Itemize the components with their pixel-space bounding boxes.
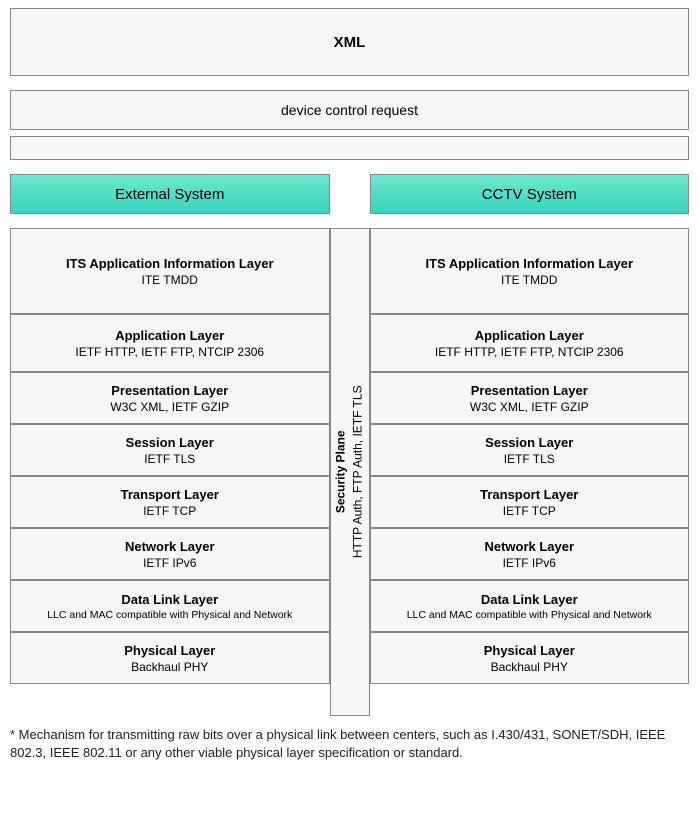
cctv-layer-2: Presentation Layer W3C XML, IETF GZIP <box>370 372 690 424</box>
external-layer-0: ITS Application Information Layer ITE TMD… <box>10 228 330 314</box>
external-layer-title: Transport Layer <box>17 487 323 502</box>
external-layer-7: Physical Layer Backhaul PHY <box>10 632 330 684</box>
external-system-header-label: External System <box>115 186 224 203</box>
external-layer-title: Data Link Layer <box>17 592 323 607</box>
external-layer-title: Physical Layer <box>17 643 323 658</box>
cctv-layer-7: Physical Layer Backhaul PHY <box>370 632 690 684</box>
external-system-column: External System ITS Application Informat… <box>10 174 330 716</box>
external-layer-sub: Backhaul PHY <box>17 660 323 674</box>
external-layer-3: Session Layer IETF TLS <box>10 424 330 476</box>
cctv-layer-1: Application Layer IETF HTTP, IETF FTP, NT… <box>370 314 690 372</box>
cctv-layer-title: Transport Layer <box>377 487 683 502</box>
external-layer-sub: IETF IPv6 <box>17 556 323 570</box>
cctv-system-header-label: CCTV System <box>482 186 577 203</box>
columns-container: External System ITS Application Informat… <box>10 174 689 716</box>
external-layer-sub: W3C XML, IETF GZIP <box>17 400 323 414</box>
device-control-box: device control request <box>10 90 689 130</box>
external-layer-sub: IETF TCP <box>17 504 323 518</box>
external-system-header: External System <box>10 174 330 214</box>
external-layer-sub: LLC and MAC compatible with Physical and… <box>17 609 323 621</box>
cctv-layer-3: Session Layer IETF TLS <box>370 424 690 476</box>
external-layer-1: Application Layer IETF HTTP, IETF FTP, NT… <box>10 314 330 372</box>
cctv-system-header: CCTV System <box>370 174 690 214</box>
external-layer-title: ITS Application Information Layer <box>17 256 323 271</box>
external-layer-sub: IETF TLS <box>17 452 323 466</box>
footnote-text: * Mechanism for transmitting raw bits ov… <box>10 726 689 761</box>
cctv-layer-title: Network Layer <box>377 539 683 554</box>
cctv-layer-sub: W3C XML, IETF GZIP <box>377 400 683 414</box>
cctv-layer-sub: IETF TLS <box>377 452 683 466</box>
cctv-layer-4: Transport Layer IETF TCP <box>370 476 690 528</box>
external-layers: ITS Application Information Layer ITE TMD… <box>10 228 330 684</box>
cctv-layer-title: ITS Application Information Layer <box>377 256 683 271</box>
cctv-layers: ITS Application Information Layer ITE TMD… <box>370 228 690 684</box>
xml-label: XML <box>334 34 366 51</box>
security-plane-title: Security Plane <box>333 386 350 559</box>
cctv-layer-0: ITS Application Information Layer ITE TMD… <box>370 228 690 314</box>
external-layer-sub: ITE TMDD <box>17 273 323 287</box>
spacer-bar <box>10 136 689 160</box>
cctv-layer-6: Data Link Layer LLC and MAC compatible wi… <box>370 580 690 632</box>
cctv-layer-sub: LLC and MAC compatible with Physical and… <box>377 609 683 621</box>
xml-header-box: XML <box>10 8 689 76</box>
external-layer-title: Network Layer <box>17 539 323 554</box>
cctv-system-column: CCTV System ITS Application Information … <box>370 174 690 716</box>
cctv-layer-title: Session Layer <box>377 435 683 450</box>
cctv-layer-sub: ITE TMDD <box>377 273 683 287</box>
external-layer-title: Session Layer <box>17 435 323 450</box>
external-layer-sub: IETF HTTP, IETF FTP, NTCIP 2306 <box>17 345 323 359</box>
external-layer-5: Network Layer IETF IPv6 <box>10 528 330 580</box>
cctv-layer-title: Presentation Layer <box>377 383 683 398</box>
security-plane-box: Security Plane HTTP Auth, FTP Auth, IETF… <box>330 228 370 716</box>
external-layer-4: Transport Layer IETF TCP <box>10 476 330 528</box>
cctv-layer-title: Application Layer <box>377 328 683 343</box>
cctv-layer-title: Data Link Layer <box>377 592 683 607</box>
external-layer-title: Application Layer <box>17 328 323 343</box>
security-plane-sub: HTTP Auth, FTP Auth, IETF TLS <box>350 386 367 559</box>
cctv-layer-sub: IETF IPv6 <box>377 556 683 570</box>
cctv-layer-5: Network Layer IETF IPv6 <box>370 528 690 580</box>
security-plane-column: Security Plane HTTP Auth, FTP Auth, IETF… <box>330 174 370 716</box>
external-layer-title: Presentation Layer <box>17 383 323 398</box>
external-layer-2: Presentation Layer W3C XML, IETF GZIP <box>10 372 330 424</box>
external-layer-6: Data Link Layer LLC and MAC compatible wi… <box>10 580 330 632</box>
cctv-layer-sub: IETF HTTP, IETF FTP, NTCIP 2306 <box>377 345 683 359</box>
cctv-layer-title: Physical Layer <box>377 643 683 658</box>
device-control-label: device control request <box>281 102 418 118</box>
cctv-layer-sub: IETF TCP <box>377 504 683 518</box>
cctv-layer-sub: Backhaul PHY <box>377 660 683 674</box>
